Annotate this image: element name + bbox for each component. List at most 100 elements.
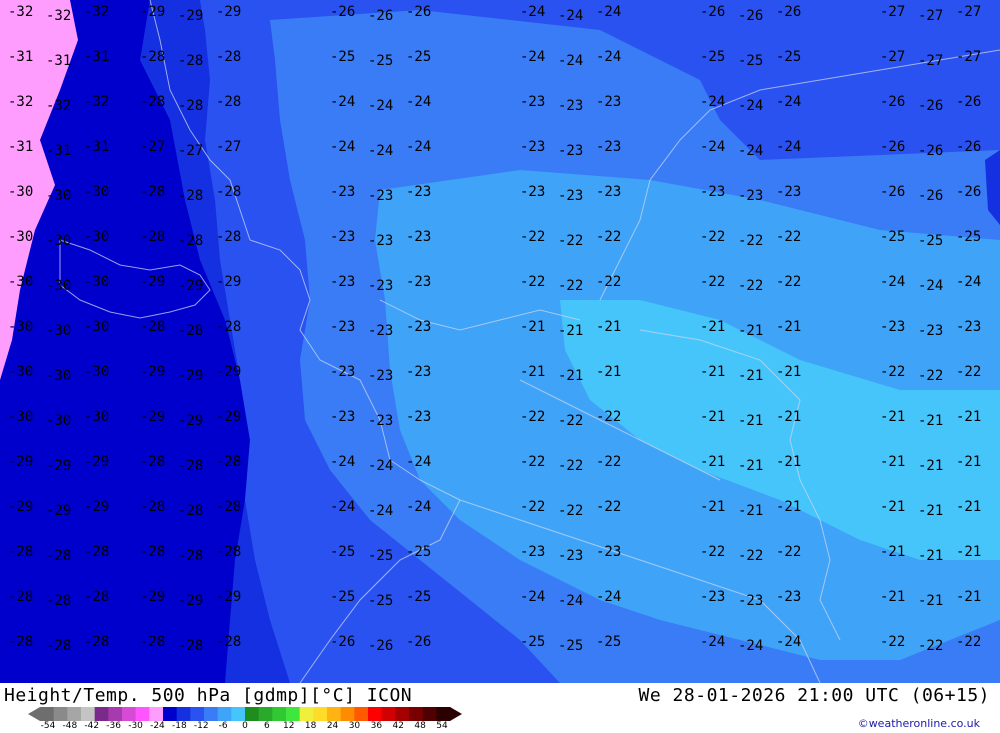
contour-label: -32	[46, 8, 71, 24]
scale-tick-label: -42	[84, 721, 100, 731]
contour-label: -23	[330, 364, 355, 380]
scale-tick-label: -18	[171, 721, 187, 731]
contour-label: -31	[84, 49, 109, 65]
contour-label: -27	[918, 8, 943, 24]
contour-label: -25	[406, 589, 431, 605]
credit-link[interactable]: ©weatheronline.co.uk	[858, 717, 980, 730]
contour-label: -28	[140, 454, 165, 470]
contour-label: -22	[700, 229, 725, 245]
contour-label: -28	[140, 634, 165, 650]
contour-label: -26	[368, 8, 393, 24]
contour-label: -26	[956, 139, 981, 155]
temperature-field: -32 -32 -32-31 -31 -31-32 -32 -32-31 -31 -31-30-…	[0, 0, 1000, 683]
contour-label: -27	[880, 4, 905, 20]
scale-swatch	[217, 707, 232, 721]
scale-swatch	[340, 707, 355, 721]
contour-label: -32	[84, 4, 109, 20]
contour-label: -28	[8, 589, 33, 605]
contour-label: -24	[558, 53, 583, 69]
contour-label: -28	[178, 548, 203, 564]
contour-label: -21	[738, 368, 763, 384]
contour-label: -30	[46, 188, 71, 204]
scale-swatch	[94, 707, 109, 721]
contour-label: -23	[596, 544, 621, 560]
contour-label: -21	[738, 413, 763, 429]
contour-label: -22	[596, 409, 621, 425]
scale-swatch	[368, 707, 383, 721]
contour-label: -29	[84, 499, 109, 515]
contour-label: -22	[558, 458, 583, 474]
contour-label: -28	[216, 49, 241, 65]
contour-label: -28	[216, 319, 241, 335]
scale-tick-label: -30	[128, 721, 143, 731]
contour-label: -28	[140, 229, 165, 245]
scale-swatch	[313, 707, 328, 721]
contour-label: -25	[880, 229, 905, 245]
contour-label: -24	[880, 274, 905, 290]
contour-label: -31	[84, 139, 109, 155]
map-title: Height/Temp. 500 hPa [gdmp][°C] ICON	[4, 685, 413, 706]
contour-label: -28	[8, 634, 33, 650]
contour-label: -23	[406, 229, 431, 245]
contour-label: -30	[8, 274, 33, 290]
contour-label: -28	[8, 544, 33, 560]
contour-label: -28	[140, 544, 165, 560]
contour-label: -21	[700, 409, 725, 425]
contour-label: -23	[406, 184, 431, 200]
contour-label: -21	[776, 499, 801, 515]
contour-label: -26	[406, 4, 431, 20]
contour-label: -28	[216, 544, 241, 560]
contour-label: -30	[46, 368, 71, 384]
contour-label: -21	[700, 454, 725, 470]
contour-label: -23	[330, 409, 355, 425]
contour-label: -23	[520, 544, 545, 560]
scale-arrow-right	[450, 707, 462, 721]
contour-label: -23	[956, 319, 981, 335]
contour-label: -28	[178, 188, 203, 204]
scale-tick-label: -24	[150, 721, 165, 731]
contour-label: -21	[520, 319, 545, 335]
contour-label: -29	[140, 4, 165, 20]
contour-label: -21	[700, 499, 725, 515]
contour-label: -22	[558, 233, 583, 249]
contour-label: -30	[8, 409, 33, 425]
contour-label: -24	[330, 454, 355, 470]
contour-label: -29	[178, 8, 203, 24]
contour-label: -32	[8, 4, 33, 20]
contour-label: -24	[368, 143, 393, 159]
scale-tick-label: 24	[326, 721, 339, 731]
contour-label: -28	[46, 548, 71, 564]
scale-tick-label: 42	[392, 721, 404, 731]
contour-label: -23	[596, 94, 621, 110]
contour-label: -23	[368, 413, 393, 429]
scale-swatch	[395, 707, 410, 721]
contour-label: -22	[520, 229, 545, 245]
contour-label: -26	[956, 94, 981, 110]
scale-swatch	[409, 707, 424, 721]
scale-swatch	[135, 707, 150, 721]
contour-label: -30	[8, 184, 33, 200]
contour-label: -26	[700, 4, 725, 20]
contour-label: -24	[520, 589, 545, 605]
contour-label: -28	[140, 184, 165, 200]
contour-label: -22	[918, 638, 943, 654]
contour-label: -28	[84, 634, 109, 650]
contour-label: -24	[558, 593, 583, 609]
contour-label: -23	[330, 319, 355, 335]
contour-label: -24	[776, 634, 801, 650]
contour-label: -21	[880, 454, 905, 470]
contour-label: -25	[918, 233, 943, 249]
contour-label: -25	[776, 49, 801, 65]
contour-label: -26	[918, 188, 943, 204]
contour-label: -21	[520, 364, 545, 380]
scale-arrow-left	[28, 707, 40, 721]
contour-label: -29	[140, 589, 165, 605]
scale-swatch	[176, 707, 191, 721]
contour-label: -29	[216, 409, 241, 425]
contour-label: -29	[46, 503, 71, 519]
contour-label: -24	[406, 499, 431, 515]
contour-label: -25	[368, 593, 393, 609]
contour-label: -25	[700, 49, 725, 65]
contour-label: -21	[918, 458, 943, 474]
contour-label: -21	[596, 319, 621, 335]
